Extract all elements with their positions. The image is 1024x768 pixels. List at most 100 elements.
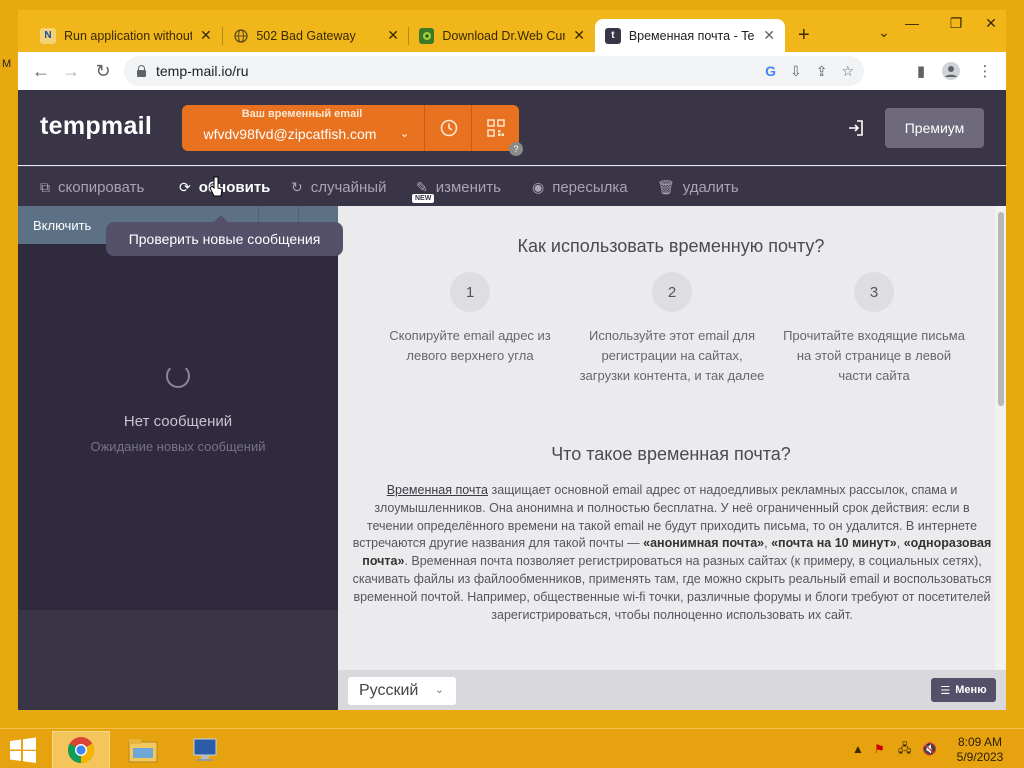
step-3: 3 Прочитайте входящие письма на этой стр… <box>779 272 969 386</box>
enable-button[interactable]: Включить <box>33 218 91 233</box>
chevron-down-icon: ⌄ <box>434 684 444 696</box>
browser-window: N Run application without ✕ 502 Bad Gate… <box>18 10 1006 710</box>
refresh-tooltip: Проверить новые сообщения <box>106 215 343 256</box>
random-button[interactable]: ↻ случайный <box>291 177 386 197</box>
reload-icon[interactable]: ↻ <box>92 60 114 82</box>
omnibox-icons: G ⇩ ⇪ ☆ <box>765 56 854 86</box>
inbox-sidebar: Включить Нет сообщений Ожидание новых со… <box>18 206 338 710</box>
para-sep: , <box>896 536 904 551</box>
browser-toolbar: ← → ↻ temp-mail.io/ru G ⇩ ⇪ ☆ ▮ ⋮ <box>18 52 1006 90</box>
window-close-icon[interactable]: ✕ <box>976 10 1006 36</box>
mouse-cursor-icon <box>209 176 223 197</box>
tab-title: Run application without <box>64 28 192 43</box>
email-address-box[interactable]: Ваш временный email wfvdv98fvd@zipcatfis… <box>182 105 424 151</box>
close-icon[interactable]: ✕ <box>763 27 775 44</box>
share-icon[interactable]: ⇪ <box>816 63 828 80</box>
menu-label: Меню <box>955 684 987 696</box>
address-bar[interactable]: temp-mail.io/ru G ⇩ ⇪ ☆ <box>124 56 864 86</box>
network-icon[interactable]: 🖧 <box>898 729 911 768</box>
chrome-menu-icon[interactable]: ⋮ <box>974 60 996 82</box>
google-translate-icon[interactable]: G <box>765 63 776 79</box>
loading-spinner-icon <box>166 364 190 388</box>
windows-start-icon[interactable] <box>8 737 38 763</box>
random-label: случайный <box>310 178 387 196</box>
scrollbar-thumb[interactable] <box>998 212 1004 406</box>
bookmark-star-icon[interactable]: ☆ <box>841 63 854 80</box>
bold-term: «почта на 10 минут» <box>771 536 897 551</box>
tab-title: 502 Bad Gateway <box>256 28 356 43</box>
description-paragraph: Временная почта защищает основной email … <box>352 482 992 624</box>
forward-button[interactable]: ◉ пересылка <box>532 177 628 197</box>
close-icon[interactable]: ✕ <box>387 27 399 44</box>
step-text: Скопируйте email адрес из левого верхнег… <box>389 328 551 363</box>
url-text: temp-mail.io/ru <box>156 63 249 79</box>
drweb-icon <box>419 27 435 44</box>
taskbar-remote-desktop-icon[interactable] <box>176 731 234 768</box>
tab-title: Download Dr.Web Cure <box>442 28 566 43</box>
close-icon[interactable]: ✕ <box>200 27 212 44</box>
hamburger-icon: ☰ <box>940 684 951 697</box>
action-center-flag-icon[interactable]: ⚑ <box>874 729 885 768</box>
chevron-down-icon[interactable]: ⌄ <box>400 127 409 140</box>
para-text: . Временная почта позволяет регистрирова… <box>352 554 992 622</box>
install-app-icon[interactable]: ⇩ <box>790 63 802 80</box>
temp-mail-link[interactable]: Временная почта <box>387 483 488 497</box>
delete-label: удалить <box>682 178 739 196</box>
t-favicon-icon: t <box>605 27 621 44</box>
n-favicon-icon: N <box>40 27 56 44</box>
globe-icon <box>233 28 248 44</box>
new-tab-button[interactable]: + <box>798 24 810 47</box>
menu-button[interactable]: ☰ Меню <box>931 678 996 702</box>
clock-time: 8:09 AM <box>957 735 1003 749</box>
email-label: Ваш временный email <box>241 108 363 120</box>
side-panel-icon[interactable]: ▮ <box>910 60 932 82</box>
login-icon[interactable] <box>846 118 868 140</box>
tab-bad-gateway[interactable]: 502 Bad Gateway ✕ <box>223 19 409 52</box>
tab-temp-mail[interactable]: t Временная почта - Ter ✕ <box>595 19 785 52</box>
edit-user-icon: ✎ <box>416 178 428 195</box>
action-bar: ⧉ скопировать ⟳ обновить ↻ случайный ✎ и… <box>18 166 1006 206</box>
step-number: 1 <box>450 272 490 312</box>
windows-taskbar: ▲ ⚑ 🖧 🔇 8:09 AM 5/9/2023 <box>0 728 1024 768</box>
refresh-button[interactable]: ⟳ обновить <box>179 177 270 197</box>
close-icon[interactable]: ✕ <box>573 27 585 44</box>
refresh-icon: ⟳ <box>179 178 191 195</box>
tab-drweb[interactable]: Download Dr.Web Cure ✕ <box>409 19 595 52</box>
tab-run-application[interactable]: N Run application without ✕ <box>30 19 223 52</box>
desktop-glyph: M <box>2 58 12 70</box>
minimize-icon[interactable]: — <box>890 10 934 36</box>
language-value: Русский <box>359 682 419 699</box>
maximize-icon[interactable]: ❐ <box>934 10 978 36</box>
language-select[interactable]: Русский ⌄ <box>348 677 456 705</box>
history-icon[interactable] <box>424 105 472 151</box>
step-text: Прочитайте входящие письма на этой стран… <box>783 328 965 383</box>
site-header: tempmail Ваш временный email wfvdv98fvd@… <box>18 90 1006 165</box>
copy-button[interactable]: ⧉ скопировать <box>40 177 144 197</box>
delete-button[interactable]: 🗑 удалить <box>657 177 739 197</box>
qr-help-badge[interactable]: ? <box>509 142 523 156</box>
step-2: 2 Используйте этот email для регистрации… <box>577 272 767 386</box>
tempmail-page: tempmail Ваш временный email wfvdv98fvd@… <box>18 90 1006 710</box>
back-arrow-icon[interactable]: ← <box>30 60 52 82</box>
sidebar-footer <box>18 610 338 710</box>
volume-muted-icon[interactable]: 🔇 <box>922 729 937 768</box>
premium-button[interactable]: Премиум <box>885 108 984 148</box>
how-to-title: Как использовать временную почту? <box>517 236 825 256</box>
clock-date: 5/9/2023 <box>956 750 1004 764</box>
profile-avatar-icon[interactable] <box>940 60 962 82</box>
forward-label: пересылка <box>552 178 628 196</box>
taskbar-clock[interactable]: 8:09 AM 5/9/2023 <box>950 735 1010 765</box>
show-hidden-icons[interactable]: ▲ <box>852 729 864 768</box>
bold-term: «анонимная почта» <box>643 536 765 551</box>
step-1: 1 Скопируйте email адрес из левого верхн… <box>375 272 565 366</box>
tab-search-chevron-icon[interactable]: ⌄ <box>878 24 890 41</box>
site-logo[interactable]: tempmail <box>40 112 152 141</box>
forward-icon: ◉ <box>532 178 545 195</box>
step-number: 3 <box>854 272 894 312</box>
email-address[interactable]: wfvdv98fvd@zipcatfish.com <box>182 126 398 142</box>
taskbar-chrome-icon[interactable] <box>52 731 110 768</box>
taskbar-explorer-icon[interactable] <box>114 731 172 768</box>
new-badge: NEW <box>412 194 435 203</box>
forward-arrow-icon[interactable]: → <box>60 60 82 82</box>
trash-icon: 🗑 <box>657 178 675 195</box>
